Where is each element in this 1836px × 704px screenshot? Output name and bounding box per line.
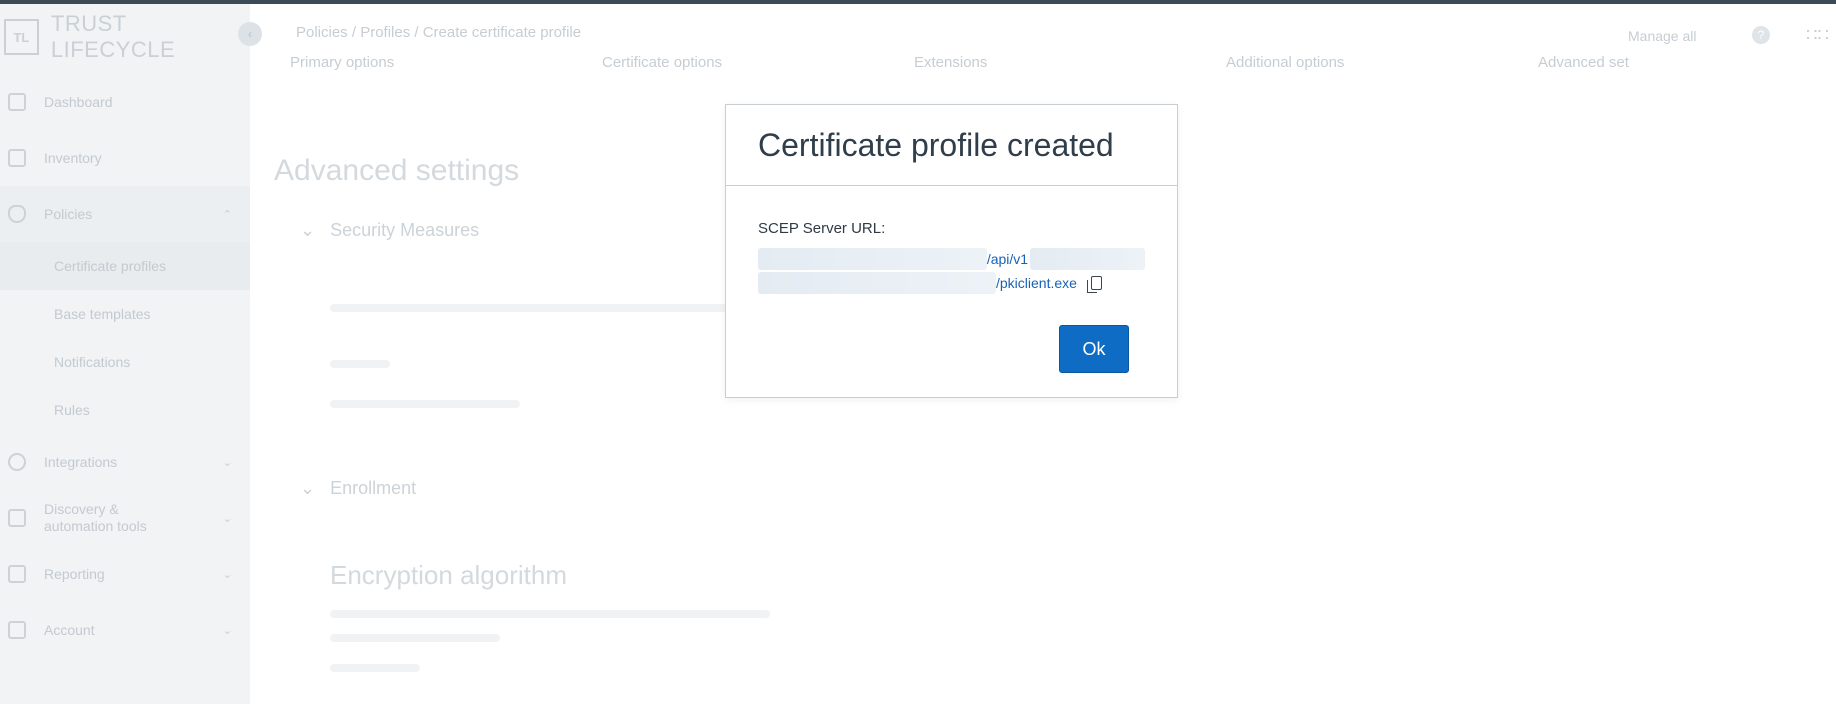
chevron-down-icon: ⌄ [222,568,232,581]
dialog-body: SCEP Server URL: /api/v1 /pkiclient.exe [726,186,1177,295]
sidebar: TL TRUST LIFECYCLE ‹ Dashboard Inventory… [0,4,262,704]
chevron-down-icon: ⌄ [222,624,232,637]
url-line-1: /api/v1 [758,247,1145,271]
dialog-header: Certificate profile created [726,105,1177,186]
placeholder-line [330,664,420,672]
sidebar-item-discovery[interactable]: Discovery & automation tools ⌄ [0,490,250,546]
dialog-title: Certificate profile created [758,126,1114,163]
url-suffix-pkiclient[interactable]: /pkiclient.exe [996,275,1077,291]
chevron-down-icon: ⌄ [222,456,232,469]
tab-advanced-settings[interactable]: Advanced set [1538,54,1836,71]
breadcrumb: Policies / Profiles / Create certificate… [296,24,582,41]
placeholder-line [330,634,500,642]
sidebar-nav: Dashboard Inventory Policies ⌃ Certifica… [0,74,250,658]
sidebar-item-label: Dashboard [44,94,113,110]
group-enrollment[interactable]: ⌄ Enrollment [300,478,416,499]
inventory-icon [8,149,26,167]
scep-url-value[interactable]: /api/v1 /pkiclient.exe [758,247,1145,295]
redacted-url-part [758,272,996,294]
dashboard-icon [8,93,26,111]
placeholder-line [330,360,390,368]
chevron-up-icon: ⌃ [222,208,232,221]
manage-all-link[interactable]: Manage all [1628,28,1697,44]
account-settings-icon [8,621,26,639]
sidebar-item-label: Inventory [44,150,102,166]
chevron-down-icon: ⌄ [300,220,316,240]
reporting-icon [8,565,26,583]
group-label: Security Measures [330,220,480,240]
shield-icon [8,205,26,223]
app-grid-icon[interactable]: ∷∷ [1806,26,1829,44]
brand: TL TRUST LIFECYCLE [0,11,250,62]
integrations-icon [8,453,26,471]
chevron-down-icon: ⌄ [222,512,232,525]
placeholder-line [330,610,770,618]
chevron-down-icon: ⌄ [300,478,316,498]
help-icon[interactable]: ? [1752,26,1770,44]
sidebar-item-inventory[interactable]: Inventory [0,130,250,186]
sidebar-subitem-certificate-profiles[interactable]: Certificate profiles [0,242,250,290]
sidebar-item-account[interactable]: Account ⌄ [0,602,250,658]
tab-extensions[interactable]: Extensions [914,54,1226,71]
redacted-url-part [758,248,987,270]
tab-certificate-options[interactable]: Certificate options [602,54,914,71]
top-bar [0,0,1836,4]
sidebar-item-reporting[interactable]: Reporting ⌄ [0,546,250,602]
copy-icon[interactable] [1086,276,1102,293]
sidebar-subitem-rules[interactable]: Rules [0,386,250,434]
sidebar-subitem-base-templates[interactable]: Base templates [0,290,250,338]
tab-primary-options[interactable]: Primary options [290,54,602,71]
sidebar-item-label: Discovery & automation tools [44,501,147,534]
group-label: Enrollment [330,478,417,498]
sidebar-item-label: Integrations [44,454,118,470]
group-security-measures[interactable]: ⌄ Security Measures [300,220,479,241]
sidebar-item-label: Account [44,622,95,638]
sidebar-item-integrations[interactable]: Integrations ⌄ [0,434,250,490]
discovery-icon [8,509,26,527]
url-line-2: /pkiclient.exe [758,271,1145,295]
subheading-encryption: Encryption algorithm [330,560,567,590]
placeholder-line [330,400,520,408]
tab-additional-options[interactable]: Additional options [1226,54,1538,71]
brand-name: TRUST LIFECYCLE [50,11,176,62]
wizard-tabs: Primary options Certificate options Exte… [290,54,1836,71]
redacted-url-part [1030,248,1145,270]
placeholder-line [330,304,750,312]
brand-logo: TL [4,19,39,55]
ok-button[interactable]: Ok [1059,325,1129,373]
sidebar-item-label: Reporting [44,566,105,582]
sidebar-item-label: Policies [44,206,93,222]
scep-url-label: SCEP Server URL: [758,220,886,237]
url-suffix-api[interactable]: /api/v1 [987,251,1028,267]
sidebar-item-dashboard[interactable]: Dashboard [0,74,250,130]
certificate-created-dialog: Certificate profile created SCEP Server … [725,104,1178,398]
section-title: Advanced settings [274,154,520,187]
sidebar-subitem-notifications[interactable]: Notifications [0,338,250,386]
sidebar-item-policies[interactable]: Policies ⌃ [0,186,250,242]
